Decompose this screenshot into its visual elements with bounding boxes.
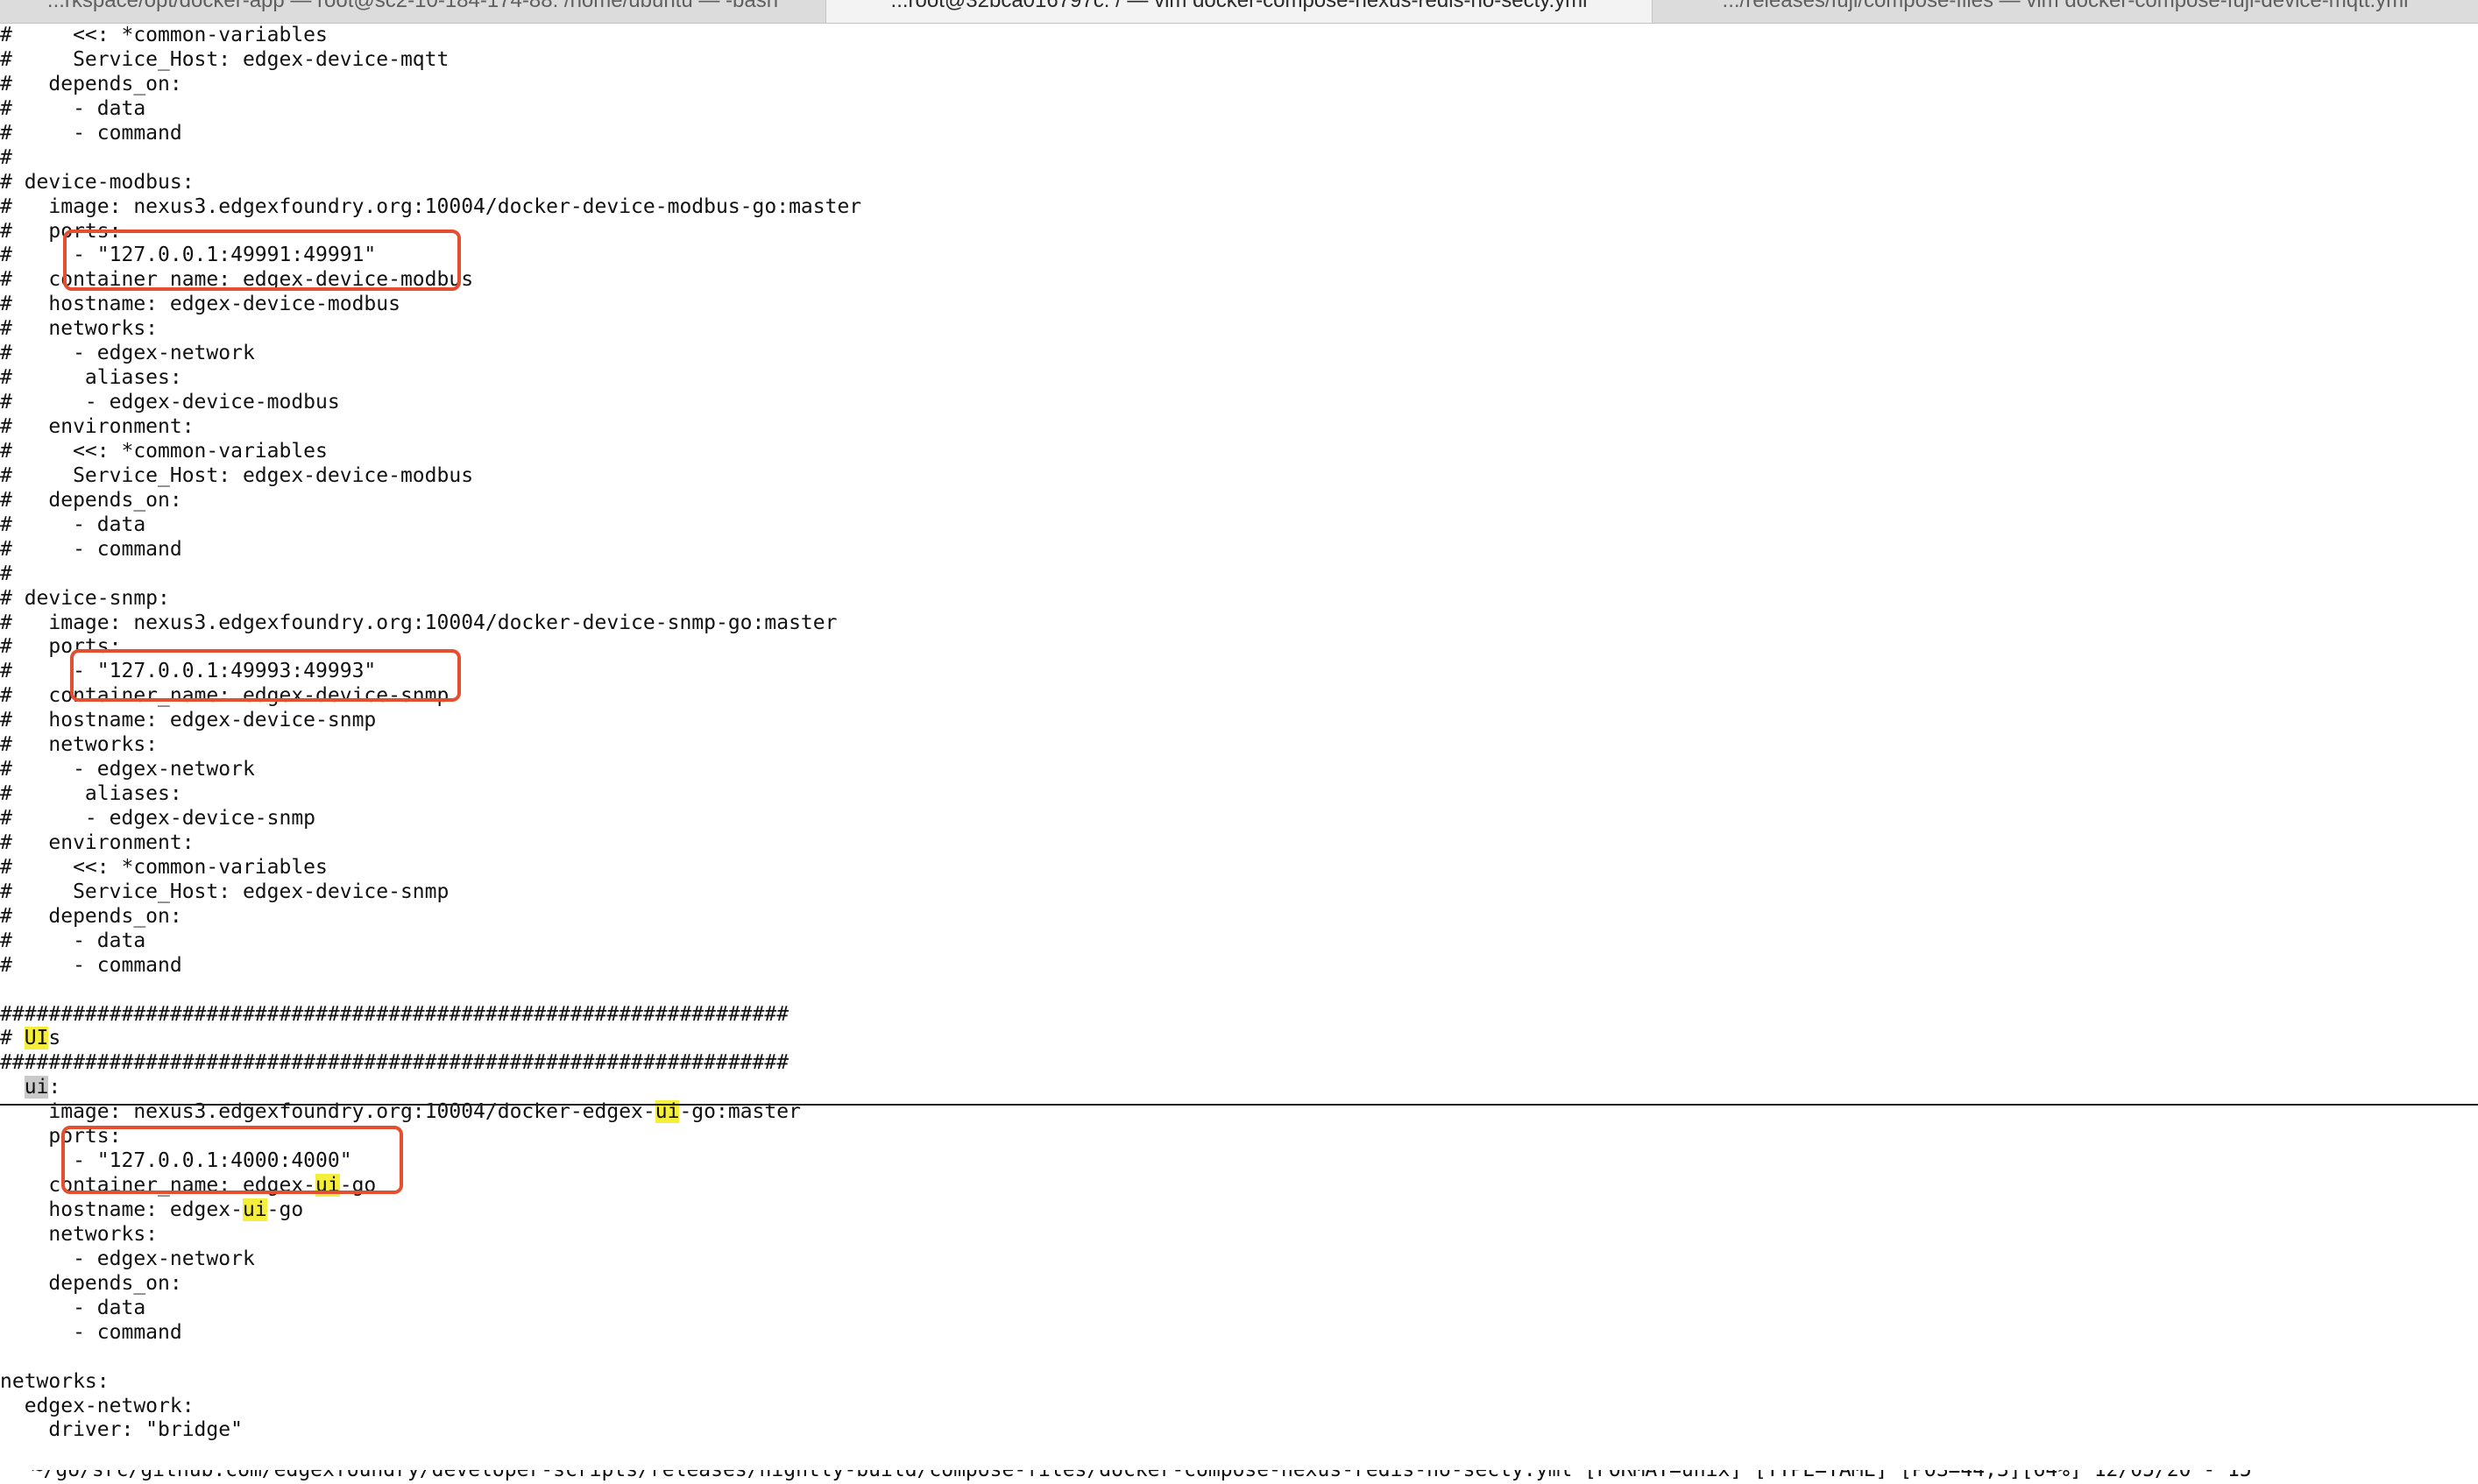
editor-line: # aliases: [0,782,182,806]
editor-line: driver: "bridge" [0,1418,243,1442]
editor-line: - data [0,1296,146,1319]
editor-line: # device-snmp: [0,586,170,610]
editor-line: # - edgex-network [0,342,255,365]
editor-line: # aliases: [0,366,182,390]
editor-line: # [0,145,12,169]
ui-ports-annotation-box [61,1126,403,1194]
editor-line: # - edgex-network [0,758,255,781]
editor-line: # - data [0,512,146,536]
terminal-tab-bar: ...rkspace/opt/docker-app — root@sc2-10-… [0,0,2478,24]
tab-vim-fuji-device-mqtt[interactable]: .../releases/fuji/compose-files — vim do… [1652,0,2478,23]
editor-line: # image: nexus3.edgexfoundry.org:10004/d… [0,194,862,218]
search-match: ui [24,1076,49,1099]
search-match: UI [24,1027,49,1050]
editor-line: # device-modbus: [0,170,195,194]
editor-line: # environment: [0,415,195,438]
editor-line: # - command [0,537,182,561]
editor-line: # [0,562,12,585]
editor-line: # - data [0,96,146,120]
tab-vim-nexus-redis[interactable]: ...root@32bca016797c: / — vim docker-com… [825,0,1652,23]
editor-line: ########################################… [0,1051,789,1075]
editor-line: # image: nexus3.edgexfoundry.org:10004/d… [0,611,838,634]
editor-line: # - edgex-device-modbus [0,391,340,414]
editor-line: # Service_Host: edgex-device-modbus [0,463,474,487]
status-line-text: ~/go/src/github.com/edgexfoundry/develop… [7,1470,2252,1481]
editor-line: # <<: *common-variables [0,24,328,46]
editor-line: # depends_on: [0,72,182,95]
editor-line: ########################################… [0,1002,789,1026]
editor-line: networks: [0,1369,110,1393]
editor-line: # Service_Host: edgex-device-mqtt [0,47,450,71]
editor-line: depends_on: [0,1271,182,1295]
editor-line: # networks: [0,733,159,757]
editor-line: - edgex-network [0,1247,255,1270]
editor-line: edgex-network: [0,1394,195,1417]
editor-line: networks: [0,1222,159,1246]
editor-line: # hostname: edgex-device-modbus [0,293,400,316]
vim-window-split-divider [0,1104,2478,1106]
editor-line: # Service_Host: edgex-device-snmp [0,880,450,903]
tab-bash-session[interactable]: ...rkspace/opt/docker-app — root@sc2-10-… [0,0,825,23]
snmp-ports-annotation-box [70,649,461,702]
search-match: ui [242,1198,267,1221]
editor-line: # - data [0,929,146,952]
editor-line: # depends_on: [0,904,182,928]
editor-line: # hostname: edgex-device-snmp [0,709,377,732]
editor-line: ui: [24,1076,61,1099]
editor-line: hostname: edgex-ui-go [0,1198,304,1221]
editor-line: # environment: [0,830,195,854]
editor-line: # depends_on: [0,488,182,512]
editor-line: # UIs [0,1027,61,1050]
modbus-ports-annotation-box [63,230,461,291]
editor-line: - command [0,1320,182,1344]
editor-line: # <<: *common-variables [0,439,328,463]
editor-line: # - command [0,953,182,977]
editor-line: # - command [0,121,182,145]
editor-line: # - edgex-device-snmp [0,807,316,830]
editor-line: # networks: [0,317,159,341]
editor-line: # <<: *common-variables [0,855,328,879]
